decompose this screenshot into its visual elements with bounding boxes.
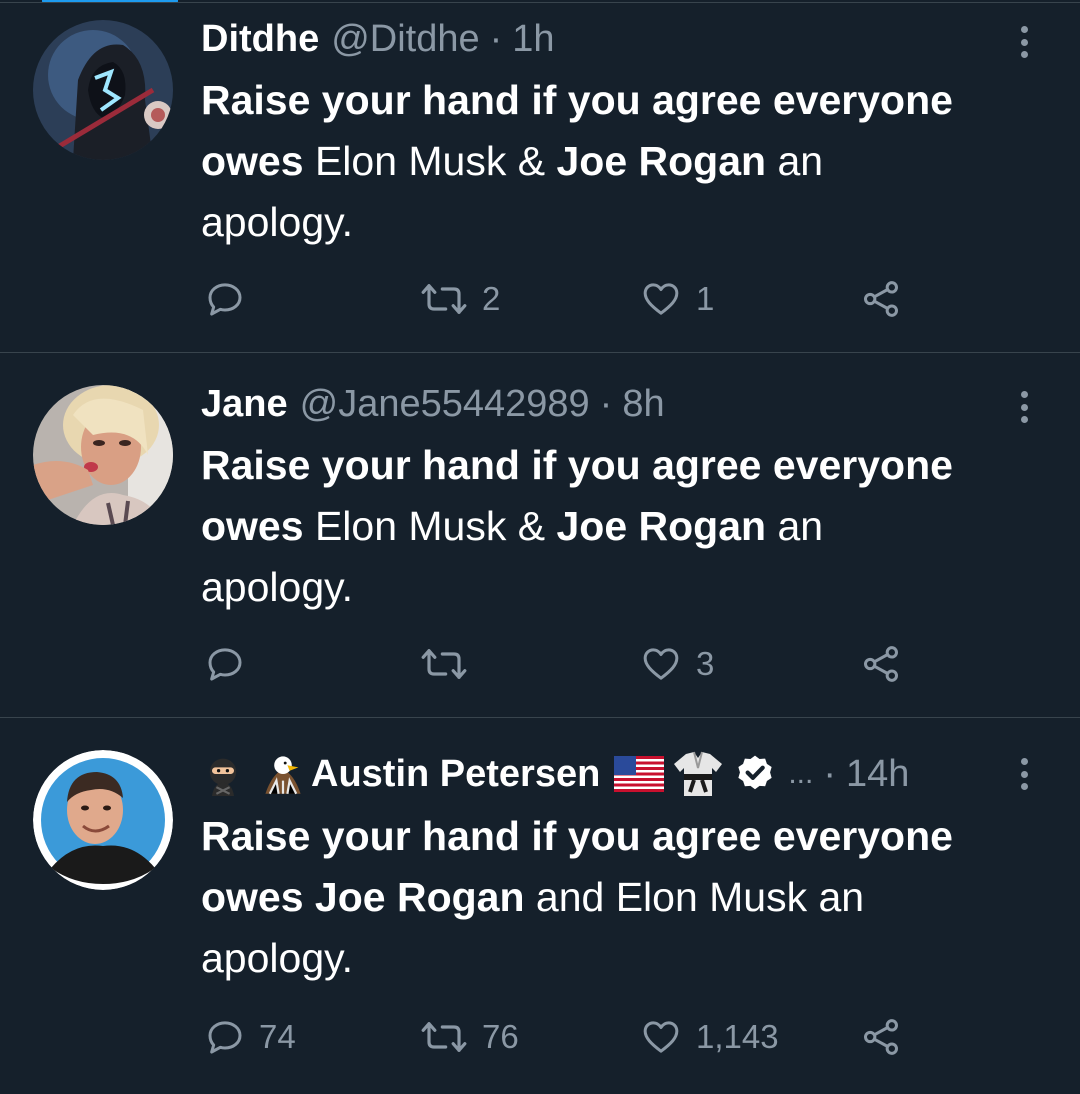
like-icon [643,1021,679,1053]
avatar-jane[interactable] [33,385,173,525]
timestamp[interactable]: 1h [512,18,554,61]
text-normal: and Elon Musk an [524,874,865,920]
tweet-header: Jane @Jane55442989 · 8h [201,379,665,429]
like-count: 1,143 [696,1018,779,1055]
retweet-button[interactable] [420,644,482,684]
reply-icon [208,648,242,681]
martial-arts-uniform-emoji [672,750,724,798]
action-bar: 3 [0,639,1080,689]
text-bold: Raise your hand if you agree everyone [201,442,953,488]
reply-icon [208,283,242,316]
text-normal: apology. [201,199,353,245]
display-name[interactable]: Austin Petersen [311,753,600,796]
avatar-austin-petersen[interactable] [33,750,173,890]
tweet-text: Raise your hand if you agree everyone owe… [201,435,1041,618]
text-normal: an [766,138,824,184]
handle[interactable]: @Ditdhe [331,18,479,61]
tweet-ditdhe[interactable]: Ditdhe @Ditdhe · 1h Raise your hand if y… [0,0,1080,352]
retweet-button[interactable]: 2 [420,279,500,319]
tweet-jane[interactable]: Jane @Jane55442989 · 8h Raise your hand … [0,353,1080,717]
share-icon [864,1019,898,1055]
display-name[interactable]: Jane [201,383,288,426]
like-button[interactable]: 3 [640,644,714,684]
handle-truncated[interactable]: ... [788,757,813,791]
share-icon [864,281,898,317]
separator-dot: · [823,752,836,795]
avatar-ditdhe[interactable] [33,20,173,160]
share-icon [864,646,898,682]
retweet-count: 2 [482,280,501,317]
share-button[interactable] [860,644,902,684]
share-button[interactable] [860,279,902,319]
retweet-icon [421,649,467,679]
retweet-button[interactable]: 76 [420,1017,519,1057]
text-bold: owes [201,503,304,549]
more-vertical-icon[interactable] [1012,754,1036,794]
text-bold: Joe Rogan [556,503,767,549]
display-name[interactable]: Ditdhe [201,18,319,61]
timestamp[interactable]: 14h [846,753,909,796]
like-icon [643,283,679,315]
ninja-emoji [201,752,245,796]
reply-icon [208,1021,242,1054]
retweet-icon [421,1022,467,1052]
like-count: 1 [696,280,715,317]
text-bold: Joe Rogan [556,138,767,184]
action-bar: 2 1 [0,274,1080,324]
text-normal: Elon Musk & [303,503,557,549]
more-vertical-icon[interactable] [1012,387,1036,427]
tweet-text: Raise your hand if you agree everyone owe… [201,70,1041,253]
text-bold: owes Joe Rogan [201,874,525,920]
text-bold: Raise your hand if you agree everyone [201,813,953,859]
text-normal: apology. [201,564,353,610]
action-bar: 74 76 1,143 [0,1012,1080,1062]
handle[interactable]: @Jane55442989 [300,383,590,426]
like-icon [643,648,679,680]
tweet-header: Austin Petersen ... · 14h [201,749,909,799]
reply-button[interactable] [205,279,259,319]
separator-dot: · [489,17,503,60]
reply-count: 74 [259,1018,296,1055]
us-flag-emoji [614,756,665,792]
separator-dot: · [599,382,613,425]
verified-badge-icon [734,753,776,795]
tweet-text: Raise your hand if you agree everyone owe… [201,806,1041,989]
like-button[interactable]: 1 [640,279,714,319]
text-normal: Elon Musk & [303,138,557,184]
text-bold: owes [201,138,304,184]
reply-button[interactable] [205,644,259,684]
text-bold: Raise your hand if you agree everyone [201,77,953,123]
timestamp[interactable]: 8h [622,383,664,426]
share-button[interactable] [860,1017,902,1057]
reply-button[interactable]: 74 [205,1017,296,1057]
text-normal: apology. [201,935,353,981]
text-normal: an [766,503,824,549]
retweet-icon [421,284,467,314]
like-button[interactable]: 1,143 [640,1017,779,1057]
eagle-emoji [261,752,305,796]
tweet-austin-petersen[interactable]: Austin Petersen ... · 14h Raise your han… [0,718,1080,1094]
tweet-header: Ditdhe @Ditdhe · 1h [201,14,555,64]
retweet-count: 76 [482,1018,519,1055]
like-count: 3 [696,645,715,682]
more-vertical-icon[interactable] [1012,22,1036,62]
